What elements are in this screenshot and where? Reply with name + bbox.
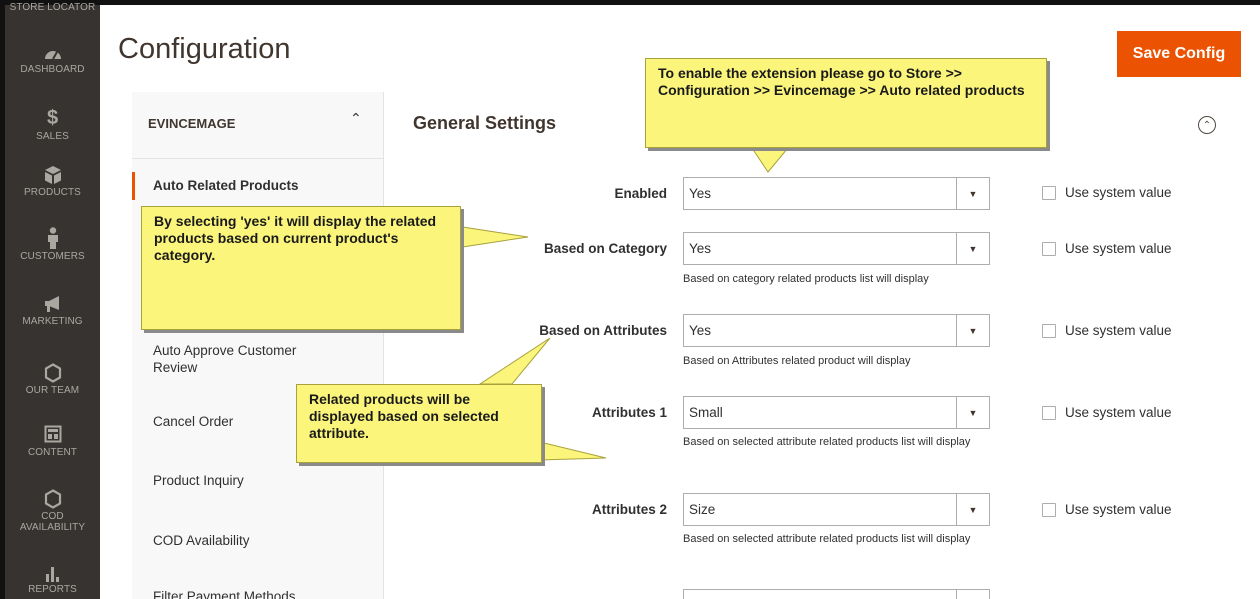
- callout-enable-instructions: To enable the extension please go to Sto…: [645, 58, 1047, 148]
- callout-based-on-attribute: Related products will be displayed based…: [296, 384, 542, 463]
- callout-based-on-category: By selecting 'yes' it will display the r…: [141, 206, 461, 330]
